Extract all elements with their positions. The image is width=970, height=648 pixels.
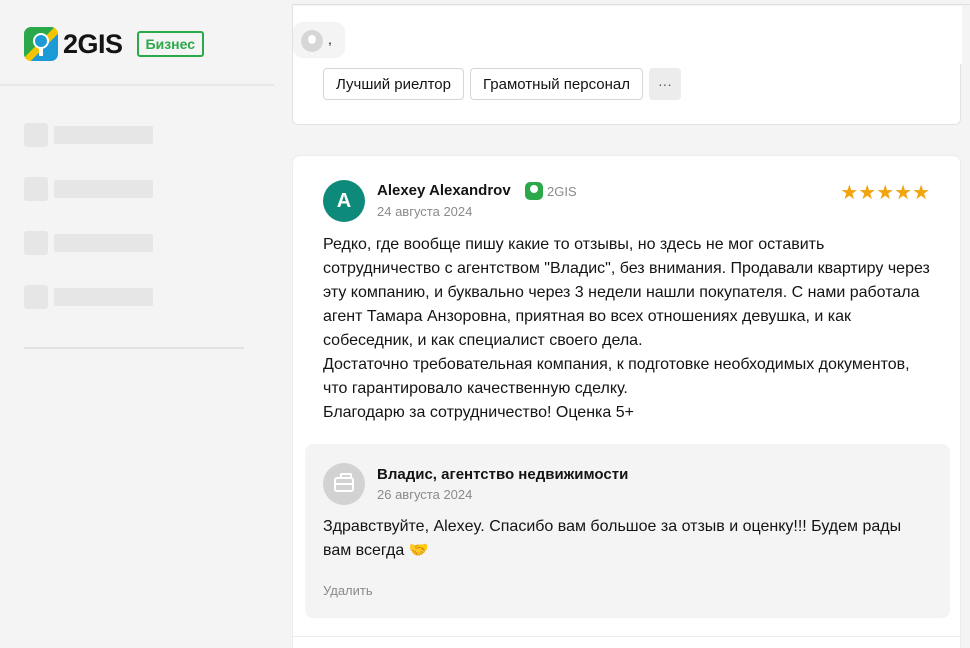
reply-date: 26 августа 2024 [377,487,473,502]
sidebar: 2GIS Бизнес [0,0,274,648]
previous-author-chip[interactable]: , [293,22,345,58]
sidebar-item-placeholder [24,285,153,309]
divider [0,84,274,86]
scroll-mask [293,6,962,64]
review-paragraph: Редко, где вообще пишу какие то отзывы, … [323,236,930,349]
review-author[interactable]: Alexey Alexandrov [377,182,511,199]
divider [292,4,970,5]
logo-text: 2GIS [63,28,123,59]
review-tags: Лучший риелтор Грамотный персонал ··· [323,68,681,100]
review-tag[interactable]: Лучший риелтор [323,68,464,100]
business-badge: Бизнес [136,31,205,57]
avatar-icon [301,30,323,52]
review-paragraph: Благодарю за сотрудничество! Оценка 5+ [323,404,634,421]
2gis-logo-icon [24,27,58,61]
review-source-label: 2GIS [547,183,577,199]
2gis-source-icon [525,182,543,200]
rating-stars: ★★★★★ [840,182,930,204]
sidebar-item-placeholder [24,231,153,255]
avatar[interactable]: A [323,180,365,222]
review-source: 2GIS [525,182,577,200]
divider [293,636,962,637]
review-paragraph: Достаточно требовательная компания, к по… [323,356,910,397]
sidebar-item-placeholder [24,123,153,147]
review-card-previous: Лучший риелтор Грамотный персонал ··· , [292,6,962,125]
reply-text: Здравствуйте, Alexey. Спасибо вам большо… [323,518,902,559]
review-tag[interactable]: Грамотный персонал [470,68,643,100]
more-tags-button[interactable]: ··· [648,68,681,100]
review-text: Редко, где вообще пишу какие то отзывы, … [323,233,933,425]
briefcase-icon [323,463,365,505]
logo[interactable]: 2GIS Бизнес [24,26,205,62]
review-date: 24 августа 2024 [377,204,473,219]
sidebar-item-placeholder [24,177,153,201]
reviews-panel: Лучший риелтор Грамотный персонал ··· , … [274,0,970,648]
owner-reply: Владис, агентство недвижимости 26 август… [305,444,950,618]
divider [24,347,244,349]
review-card: A Alexey Alexandrov 2GIS 24 августа 2024… [292,155,962,648]
reply-author: Владис, агентство недвижимости [377,466,629,483]
delete-reply-button[interactable]: Удалить [323,583,373,598]
